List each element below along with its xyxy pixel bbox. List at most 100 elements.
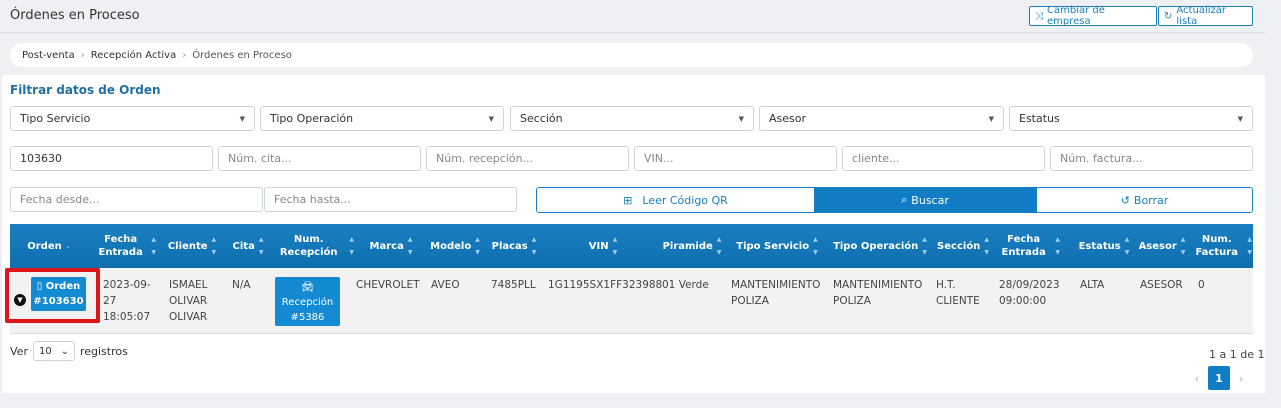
header-label: Estatus bbox=[1078, 240, 1121, 252]
header-marca[interactable]: Marca ▲ ▼ bbox=[359, 224, 423, 268]
chevron-down-icon: ⌄ bbox=[60, 345, 69, 357]
header-label: Tipo Operación bbox=[833, 240, 919, 252]
caret-down-icon: ▼ bbox=[239, 114, 245, 123]
header-label: Asesor bbox=[1138, 240, 1177, 252]
refresh-list-label: Actualizar lista bbox=[1176, 5, 1226, 27]
header-estatus[interactable]: Estatus ▲ ▼ bbox=[1074, 224, 1134, 268]
estatus-select[interactable]: Estatus ▼ bbox=[1009, 106, 1253, 131]
change-company-button[interactable]: ⤨ Cambiar de empresa bbox=[1029, 5, 1157, 27]
sort-icon: ▲ ▼ bbox=[407, 236, 413, 256]
header-seccion[interactable]: Sección ▲ ▼ bbox=[932, 224, 994, 268]
recepcion-number: #5386 bbox=[290, 312, 325, 323]
prev-page-button[interactable]: ‹ bbox=[1186, 366, 1208, 390]
header-label: Tipo Servicio bbox=[736, 240, 810, 252]
next-page-button[interactable]: › bbox=[1230, 366, 1252, 390]
page-size-value: 10 bbox=[38, 345, 52, 357]
breadcrumb-separator-icon: › bbox=[182, 49, 187, 61]
top-bar: Órdenes en Proceso ⤨ Cambiar de empresa … bbox=[0, 0, 1265, 33]
header-label: Sección bbox=[937, 240, 981, 252]
cell-tipo-operacion: MANTENIMIENTO POLIZA bbox=[833, 279, 923, 307]
refresh-list-button[interactable]: ↻ Actualizar lista bbox=[1158, 5, 1253, 27]
ver-label: Ver bbox=[10, 344, 28, 358]
clear-label: Borrar bbox=[1133, 193, 1169, 207]
caret-down-icon: ▼ bbox=[488, 114, 494, 123]
filter-title: Filtrar datos de Orden bbox=[10, 83, 161, 97]
page-1-button[interactable]: 1 bbox=[1208, 366, 1230, 390]
header-vin[interactable]: VIN ▲ ▼ bbox=[545, 224, 661, 268]
fecha-hasta-input[interactable]: Fecha hasta... bbox=[264, 187, 517, 212]
cell-fecha-entrada-2: 28/09/2023 09:00:00 bbox=[999, 279, 1060, 307]
sort-icon: ▲ ▼ bbox=[813, 236, 818, 256]
recepcion-button[interactable]: 🚘︎ Recepción #5386 bbox=[275, 277, 340, 326]
search-button[interactable]: ⌕ Buscar bbox=[814, 188, 1036, 212]
header-fecha-entrada[interactable]: Fecha Entrada ▲ ▼ bbox=[94, 224, 156, 268]
sort-icon: ▲ ▼ bbox=[612, 236, 618, 256]
header-factura[interactable]: Num. Factura ▲ ▼ bbox=[1190, 224, 1252, 268]
breadcrumb-item-postventa[interactable]: Post-venta bbox=[22, 50, 75, 61]
header-tipo-servicio[interactable]: Tipo Servicio ▲ ▼ bbox=[728, 224, 826, 268]
header-label: Piramide bbox=[662, 240, 713, 252]
search-icon: ⌕ bbox=[901, 193, 908, 206]
recepcion-input[interactable]: Núm. recepción... bbox=[426, 146, 629, 171]
pagination: ‹ 1 › bbox=[1186, 366, 1252, 390]
select-label: Sección bbox=[520, 112, 563, 125]
sort-icon: ▲ ▼ bbox=[211, 236, 217, 256]
sort-icon: ▲ ▼ bbox=[1124, 236, 1130, 256]
factura-input[interactable]: Núm. factura... bbox=[1050, 146, 1253, 171]
cell-marca: CHEVROLET bbox=[356, 279, 420, 291]
search-label: Buscar bbox=[911, 193, 949, 207]
header-asesor[interactable]: Asesor ▲ ▼ bbox=[1134, 224, 1190, 268]
select-label: Tipo Servicio bbox=[20, 112, 91, 125]
order-number-input[interactable]: 103630 bbox=[10, 146, 213, 171]
select-label: Estatus bbox=[1019, 112, 1060, 125]
header-label: Marca bbox=[369, 240, 404, 252]
sort-icon: ▲ ▼ bbox=[531, 236, 537, 256]
asesor-select[interactable]: Asesor ▼ bbox=[759, 106, 1004, 131]
header-orden[interactable]: Orden ⌄ bbox=[10, 224, 88, 268]
cell-vin: 1G1195SX1FF323988 bbox=[548, 279, 663, 291]
header-placas[interactable]: Placas ▲ ▼ bbox=[486, 224, 542, 268]
page-size-control: Ver 10 ⌄ registros bbox=[10, 341, 128, 361]
cell-piramide: 01 Verde bbox=[662, 279, 709, 291]
table-header: Orden ⌄ Fecha Entrada ▲ ▼ Cliente ▲ ▼ Cita ▲ ▼ … bbox=[10, 224, 1253, 268]
action-bar: ⊞ Leer Código QR ⌕ Buscar ↺ Borrar bbox=[536, 187, 1253, 213]
vin-input[interactable]: VIN... bbox=[634, 146, 837, 171]
sort-icon: ▲ ▼ bbox=[984, 236, 989, 256]
header-label: Cita bbox=[232, 240, 255, 252]
header-piramide[interactable]: Piramide ▲ ▼ bbox=[659, 224, 725, 268]
caret-down-icon: ▼ bbox=[738, 114, 744, 123]
header-label: Cliente bbox=[167, 240, 208, 252]
cita-input[interactable]: Núm. cita... bbox=[218, 146, 421, 171]
page-size-select[interactable]: 10 ⌄ bbox=[32, 341, 75, 361]
sort-icon: ▲ ▼ bbox=[922, 236, 927, 256]
header-cita[interactable]: Cita ▲ ▼ bbox=[224, 224, 272, 268]
header-modelo[interactable]: Modelo ▲ ▼ bbox=[426, 224, 484, 268]
cliente-input[interactable]: cliente... bbox=[842, 146, 1045, 171]
breadcrumb-item-current: Órdenes en Proceso bbox=[192, 49, 292, 61]
seccion-select[interactable]: Sección ▼ bbox=[510, 106, 754, 131]
fecha-desde-input[interactable]: Fecha desde... bbox=[10, 187, 263, 212]
caret-down-icon: ▼ bbox=[988, 114, 994, 123]
qr-button[interactable]: ⊞ Leer Código QR bbox=[537, 188, 814, 212]
cell-seccion: H.T. CLIENTE bbox=[936, 279, 980, 307]
tipo-operacion-select[interactable]: Tipo Operación ▼ bbox=[260, 106, 504, 131]
tipo-servicio-select[interactable]: Tipo Servicio ▼ bbox=[10, 106, 255, 131]
expand-row-icon[interactable]: ▼ bbox=[14, 294, 26, 306]
select-label: Tipo Operación bbox=[270, 112, 354, 125]
breadcrumb-item-recepcion[interactable]: Recepción Activa bbox=[91, 50, 176, 61]
sort-icon: ▲ ▼ bbox=[151, 236, 156, 256]
header-fecha-entrada-2[interactable]: Fecha Entrada ▲ ▼ bbox=[996, 224, 1060, 268]
header-label: Placas bbox=[491, 240, 528, 252]
header-cliente[interactable]: Cliente ▲ ▼ bbox=[162, 224, 222, 268]
cell-cliente: ISMAEL OLIVAR OLIVAR bbox=[169, 279, 208, 323]
sort-icon: ▲ ▼ bbox=[1180, 236, 1186, 256]
sort-icon: ▲ ▼ bbox=[1055, 236, 1060, 256]
sort-icon: ▲ ▼ bbox=[1247, 236, 1252, 256]
qr-label: Leer Código QR bbox=[642, 193, 728, 207]
header-tipo-operacion[interactable]: Tipo Operación ▲ ▼ bbox=[828, 224, 932, 268]
header-recepcion[interactable]: Num. Recepción ▲ ▼ bbox=[272, 224, 354, 268]
clear-button[interactable]: ↺ Borrar bbox=[1036, 188, 1252, 212]
sort-icon: ▲ ▼ bbox=[475, 236, 480, 256]
header-label: VIN bbox=[588, 240, 609, 252]
cell-estatus: ALTA bbox=[1080, 279, 1105, 291]
